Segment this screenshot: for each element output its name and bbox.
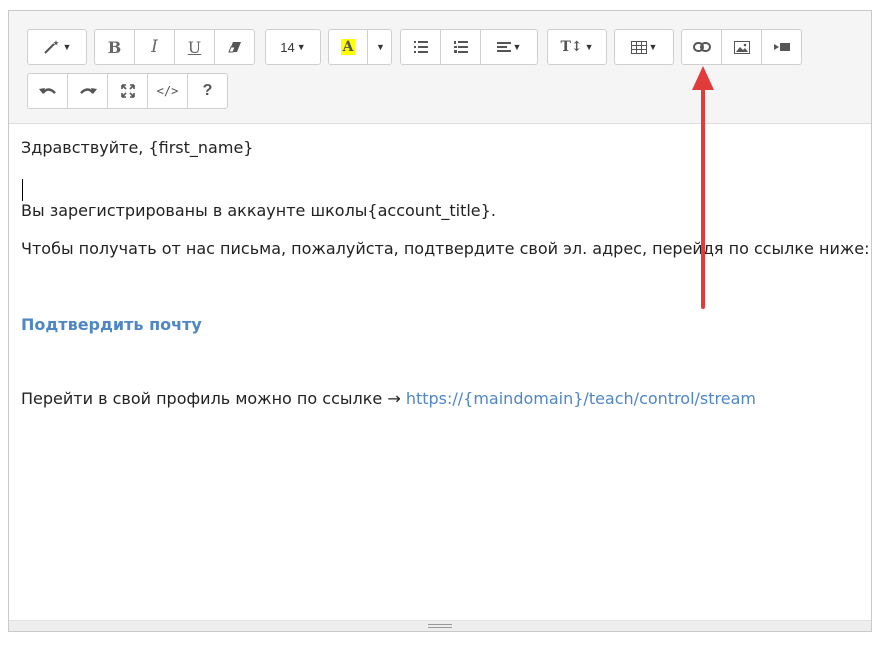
help-button[interactable]: ? bbox=[187, 73, 228, 109]
magic-wand-icon bbox=[43, 40, 59, 54]
misc-group: </> ? bbox=[27, 73, 228, 109]
height-group: T↕ ▼ bbox=[547, 29, 607, 65]
ordered-list-icon bbox=[453, 41, 468, 53]
font-size-button[interactable]: 14 ▼ bbox=[265, 29, 321, 65]
video-icon bbox=[773, 43, 790, 51]
table-group: ▼ bbox=[614, 29, 674, 65]
undo-button[interactable] bbox=[27, 73, 68, 109]
grip-icon bbox=[428, 624, 452, 628]
insert-video-button[interactable] bbox=[761, 29, 802, 65]
chevron-down-icon: ▼ bbox=[648, 42, 658, 52]
color-group: A ▼ bbox=[328, 29, 392, 65]
fullscreen-button[interactable] bbox=[107, 73, 148, 109]
italic-icon: I bbox=[151, 37, 158, 57]
font-size-group: 14 ▼ bbox=[265, 29, 321, 65]
confirm-prompt-text: Чтобы получать от нас письма, пожалуйста… bbox=[21, 239, 870, 258]
greeting-text: Здравствуйте, {first_name} bbox=[21, 138, 254, 157]
align-button[interactable]: ▼ bbox=[480, 29, 538, 65]
rich-text-editor: ▼ B I U 14 ▼ A ▼ ▼ T↕ ▼ ▼ </> ? Здравств… bbox=[8, 10, 872, 632]
font-size-value: 14 bbox=[280, 39, 295, 55]
highlight-color-button[interactable]: A bbox=[328, 29, 368, 65]
text-height-icon: T↕ bbox=[560, 39, 583, 55]
chevron-down-icon: ▼ bbox=[512, 42, 522, 52]
table-button[interactable]: ▼ bbox=[614, 29, 674, 65]
underline-button[interactable]: U bbox=[174, 29, 215, 65]
bold-button[interactable]: B bbox=[94, 29, 135, 65]
italic-button[interactable]: I bbox=[134, 29, 175, 65]
clear-format-button[interactable] bbox=[214, 29, 255, 65]
line-height-button[interactable]: T↕ ▼ bbox=[547, 29, 607, 65]
paragraph-group: ▼ bbox=[400, 29, 538, 65]
undo-icon bbox=[38, 88, 56, 94]
redo-button[interactable] bbox=[67, 73, 108, 109]
text-cursor bbox=[22, 179, 23, 201]
unordered-list-icon bbox=[413, 41, 428, 53]
insert-image-button[interactable] bbox=[721, 29, 762, 65]
profile-line: Перейти в свой профиль можно по ссылке →… bbox=[21, 389, 756, 408]
image-icon bbox=[733, 40, 750, 54]
insert-group bbox=[681, 29, 802, 65]
highlight-icon: A bbox=[340, 39, 356, 55]
editor-toolbar: ▼ B I U 14 ▼ A ▼ ▼ T↕ ▼ ▼ </> ? bbox=[9, 11, 871, 124]
profile-text: Перейти в свой профиль можно по ссылке → bbox=[21, 389, 406, 408]
chevron-down-icon: ▼ bbox=[296, 42, 306, 52]
color-dropdown-button[interactable]: ▼ bbox=[367, 29, 392, 65]
code-view-button[interactable]: </> bbox=[147, 73, 188, 109]
resize-handle[interactable] bbox=[9, 620, 871, 631]
underline-icon: U bbox=[187, 37, 202, 57]
eraser-icon bbox=[227, 42, 241, 53]
code-view-icon: </> bbox=[156, 84, 179, 98]
align-icon bbox=[496, 42, 511, 52]
ordered-list-button[interactable] bbox=[440, 29, 481, 65]
style-button[interactable]: ▼ bbox=[27, 29, 87, 65]
style-group: ▼ bbox=[27, 29, 87, 65]
chevron-down-icon: ▼ bbox=[584, 42, 594, 52]
table-icon bbox=[630, 40, 647, 54]
confirm-email-link[interactable]: Подтвердить почту bbox=[21, 315, 202, 334]
font-style-group: B I U bbox=[94, 29, 255, 65]
unordered-list-button[interactable] bbox=[400, 29, 441, 65]
insert-link-button[interactable] bbox=[681, 29, 722, 65]
bold-icon: B bbox=[107, 37, 122, 57]
chevron-down-icon: ▼ bbox=[376, 42, 385, 52]
profile-link[interactable]: https://{maindomain}/teach/control/strea… bbox=[406, 389, 756, 408]
fullscreen-icon bbox=[120, 84, 135, 98]
help-icon: ? bbox=[202, 82, 213, 99]
redo-icon bbox=[79, 88, 97, 94]
registered-text: Вы зарегистрированы в аккаунте школы{acc… bbox=[21, 201, 496, 220]
link-icon bbox=[692, 42, 711, 52]
